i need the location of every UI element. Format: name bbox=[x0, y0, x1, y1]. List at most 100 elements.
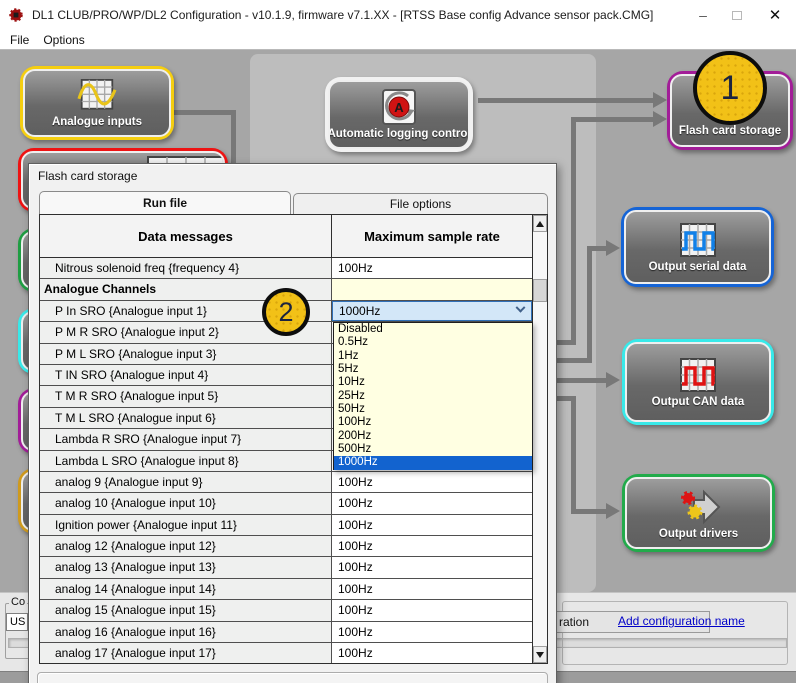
button-label: Flash card storage bbox=[679, 125, 781, 137]
row-value[interactable]: 1000Hz bbox=[332, 301, 532, 321]
row-value[interactable]: 100Hz bbox=[332, 515, 532, 535]
row-label: Ignition power {Analogue input 11} bbox=[40, 515, 332, 535]
connector-line bbox=[571, 509, 608, 514]
connector-line bbox=[231, 110, 236, 163]
auto-logging-icon: A bbox=[379, 89, 419, 127]
row-label: analog 9 {Analogue input 9} bbox=[40, 472, 332, 492]
row-label: analog 16 {Analogue input 16} bbox=[40, 622, 332, 642]
dropdown-option[interactable]: 10Hz bbox=[334, 376, 532, 389]
row-value[interactable]: 100Hz bbox=[332, 622, 532, 642]
row-label: T M R SRO {Analogue input 5} bbox=[40, 386, 332, 406]
row-label: analog 14 {Analogue input 14} bbox=[40, 579, 332, 599]
sample-rate-combobox[interactable]: 1000Hz bbox=[332, 301, 532, 321]
arrow-icon bbox=[606, 503, 620, 519]
annotation-badge-2: 2 bbox=[262, 288, 310, 336]
menu-options[interactable]: Options bbox=[43, 33, 84, 47]
scroll-down-button[interactable] bbox=[533, 646, 547, 663]
row-label: analog 15 {Analogue input 15} bbox=[40, 600, 332, 620]
table-row: analog 14 {Analogue input 14}100Hz bbox=[40, 579, 532, 600]
row-label: analog 10 {Analogue input 10} bbox=[40, 493, 332, 513]
dropdown-option[interactable]: 1000Hz bbox=[334, 456, 532, 469]
row-value[interactable]: 100Hz bbox=[332, 493, 532, 513]
connector-line bbox=[478, 98, 656, 103]
dropdown-option[interactable]: 0.5Hz bbox=[334, 336, 532, 349]
arrow-icon bbox=[653, 111, 667, 127]
output-can-data-button[interactable]: Output CAN data bbox=[622, 339, 774, 425]
header-data-messages: Data messages bbox=[40, 215, 332, 257]
row-value[interactable]: 100Hz bbox=[332, 557, 532, 577]
gears-arrow-icon bbox=[676, 487, 722, 527]
sample-rate-dropdown: Disabled0.5Hz1Hz5Hz10Hz25Hz50Hz100Hz200H… bbox=[333, 322, 533, 470]
dialog-bottom-inset bbox=[37, 672, 548, 683]
arrow-up-icon bbox=[536, 221, 544, 227]
svg-text:A: A bbox=[394, 100, 404, 115]
chevron-down-icon bbox=[516, 303, 526, 313]
tab-bar: Run file File options bbox=[39, 191, 548, 214]
dropdown-option[interactable]: 100Hz bbox=[334, 416, 532, 429]
row-value[interactable] bbox=[332, 279, 532, 299]
connector-line bbox=[571, 117, 656, 122]
output-drivers-button[interactable]: Output drivers bbox=[622, 474, 775, 552]
table-row: analog 13 {Analogue input 13}100Hz bbox=[40, 557, 532, 578]
can-wave-icon bbox=[677, 357, 719, 395]
title-bar: DL1 CLUB/PRO/WP/DL2 Configuration - v10.… bbox=[0, 0, 796, 30]
dropdown-option[interactable]: 200Hz bbox=[334, 430, 532, 443]
table-scrollbar[interactable] bbox=[532, 215, 547, 663]
com-port-group-label: Co bbox=[9, 596, 27, 608]
dropdown-option[interactable]: 1Hz bbox=[334, 350, 532, 363]
tab-file-options[interactable]: File options bbox=[293, 193, 548, 214]
row-value[interactable]: 100Hz bbox=[332, 536, 532, 556]
dropdown-option[interactable]: 500Hz bbox=[334, 443, 532, 456]
row-value[interactable]: 100Hz bbox=[332, 579, 532, 599]
combobox-value: 1000Hz bbox=[339, 301, 380, 321]
scroll-up-button[interactable] bbox=[533, 215, 547, 232]
button-label: Output serial data bbox=[649, 261, 747, 273]
tab-run-file[interactable]: Run file bbox=[39, 191, 291, 214]
flash-card-storage-dialog: Flash card storage Run file File options… bbox=[28, 163, 557, 683]
row-value[interactable]: 100Hz bbox=[332, 258, 532, 278]
table-row: analog 15 {Analogue input 15}100Hz bbox=[40, 600, 532, 621]
window-chrome: DL1 CLUB/PRO/WP/DL2 Configuration - v10.… bbox=[0, 0, 796, 50]
com-port-field-clipped[interactable]: US bbox=[6, 613, 28, 631]
button-label: Automatic logging control bbox=[328, 128, 470, 140]
row-label: analog 12 {Analogue input 12} bbox=[40, 536, 332, 556]
row-label: T M L SRO {Analogue input 6} bbox=[40, 408, 332, 428]
table-row: analog 10 {Analogue input 10}100Hz bbox=[40, 493, 532, 514]
menu-bar: File Options bbox=[0, 30, 85, 50]
arrow-icon bbox=[606, 372, 620, 388]
row-label: Lambda L SRO {Analogue input 8} bbox=[40, 451, 332, 471]
configuration-button-label: ration bbox=[559, 615, 589, 629]
connector-line bbox=[571, 117, 576, 345]
row-value[interactable]: 100Hz bbox=[332, 472, 532, 492]
dropdown-option[interactable]: 5Hz bbox=[334, 363, 532, 376]
arrow-icon bbox=[653, 92, 667, 108]
row-value[interactable]: 100Hz bbox=[332, 600, 532, 620]
dropdown-option[interactable]: Disabled bbox=[334, 323, 532, 336]
connector-line bbox=[173, 110, 236, 115]
dropdown-option[interactable]: 25Hz bbox=[334, 390, 532, 403]
row-label: Lambda R SRO {Analogue input 7} bbox=[40, 429, 332, 449]
add-configuration-name-link[interactable]: Add configuration name bbox=[618, 614, 745, 628]
scrollbar-thumb[interactable] bbox=[533, 279, 547, 302]
minimize-button[interactable]: – bbox=[686, 0, 720, 30]
menu-file[interactable]: File bbox=[10, 33, 29, 47]
output-serial-data-button[interactable]: Output serial data bbox=[621, 207, 774, 287]
automatic-logging-control-button[interactable]: A Automatic logging control bbox=[325, 77, 473, 152]
window-title: DL1 CLUB/PRO/WP/DL2 Configuration - v10.… bbox=[32, 8, 653, 22]
maximize-button[interactable] bbox=[720, 0, 754, 30]
table-row: Nitrous solenoid freq {frequency 4}100Hz bbox=[40, 258, 532, 279]
dialog-title: Flash card storage bbox=[29, 164, 556, 189]
row-label: analog 17 {Analogue input 17} bbox=[40, 643, 332, 663]
row-label: analog 13 {Analogue input 13} bbox=[40, 557, 332, 577]
connector-line bbox=[571, 396, 576, 514]
row-value[interactable]: 100Hz bbox=[332, 643, 532, 663]
close-button[interactable]: ✕ bbox=[758, 0, 792, 30]
table-row: analog 16 {Analogue input 16}100Hz bbox=[40, 622, 532, 643]
button-label: Analogue inputs bbox=[52, 116, 142, 128]
analogue-inputs-button[interactable]: Analogue inputs bbox=[20, 66, 174, 140]
dropdown-option[interactable]: 50Hz bbox=[334, 403, 532, 416]
row-label: T IN SRO {Analogue input 4} bbox=[40, 365, 332, 385]
row-label: Nitrous solenoid freq {frequency 4} bbox=[40, 258, 332, 278]
table-row: analog 12 {Analogue input 12}100Hz bbox=[40, 536, 532, 557]
arrow-down-icon bbox=[536, 652, 544, 658]
